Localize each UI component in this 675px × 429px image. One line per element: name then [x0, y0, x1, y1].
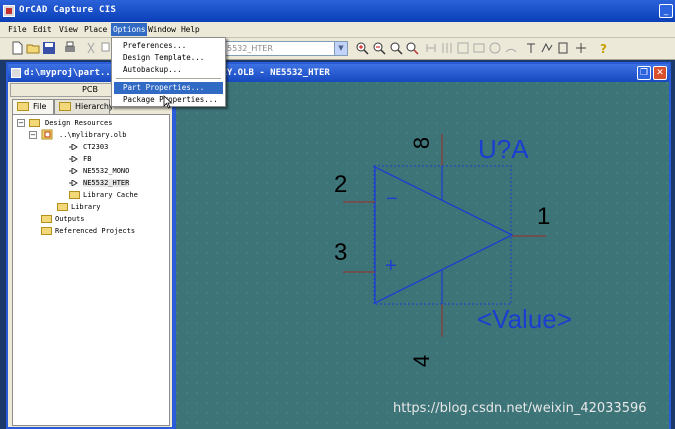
noninverting-input-sign: +: [385, 255, 397, 277]
new-file-icon[interactable]: [10, 41, 24, 55]
schematic-drawing: [176, 82, 669, 429]
part-icon: [69, 180, 78, 186]
help-icon[interactable]: ?: [597, 41, 611, 55]
pin-4-number: 4: [409, 354, 435, 368]
place-ellipse-icon[interactable]: [488, 41, 502, 55]
cut-icon[interactable]: [84, 41, 98, 55]
menu-options[interactable]: Options: [111, 23, 148, 36]
menu-view[interactable]: View: [59, 25, 78, 34]
hierarchy-icon: [59, 102, 71, 111]
menu-file[interactable]: File: [8, 25, 27, 34]
collapse-icon[interactable]: −: [17, 119, 25, 127]
menu-edit[interactable]: Edit: [33, 25, 52, 34]
pin-8-number: 8: [409, 136, 435, 150]
zoom-all-icon[interactable]: [405, 41, 419, 55]
save-icon[interactable]: [42, 41, 56, 55]
place-arc-icon[interactable]: [504, 41, 518, 55]
library-icon: [41, 129, 53, 140]
menu-item-design-template[interactable]: Design Template...: [114, 52, 223, 64]
minimize-button[interactable]: _: [659, 4, 673, 18]
part-value-label[interactable]: <Value>: [477, 304, 572, 335]
open-folder-icon[interactable]: [26, 41, 40, 55]
app-title-bar: OrCAD Capture CIS _: [0, 0, 675, 22]
tab-file-label: File: [33, 102, 47, 111]
snap-to-grid-icon[interactable]: [574, 41, 588, 55]
project-tree: − Design Resources − ..\mylibrary.olb CT…: [12, 114, 170, 426]
pin-3-number: 3: [334, 239, 348, 266]
tab-hierarchy[interactable]: Hierarchy: [54, 99, 114, 114]
ieee-symbol-icon[interactable]: [556, 41, 570, 55]
tree-item-library-file[interactable]: ..\mylibrary.olb: [59, 131, 126, 139]
reference-designator[interactable]: U?A: [478, 134, 529, 165]
pin-1-number: 1: [537, 203, 551, 230]
tab-hierarchy-label: Hierarchy: [75, 102, 114, 111]
part-editor-title-bar: ARY.OLB - NE5532_HTER ❐ ✕: [176, 64, 669, 82]
folder-icon: [41, 227, 52, 235]
menu-window[interactable]: Window: [148, 25, 176, 34]
folder-icon: [29, 119, 40, 127]
part-icon: [69, 144, 78, 150]
mouse-cursor-icon: [163, 95, 173, 109]
place-rectangle-icon[interactable]: [472, 41, 486, 55]
document-icon: [11, 68, 21, 78]
close-icon[interactable]: ✕: [653, 66, 667, 80]
menu-item-autobackup[interactable]: Autobackup...: [114, 64, 223, 76]
part-icon: [69, 168, 78, 174]
place-text-icon[interactable]: [524, 41, 538, 55]
part-editor-window: ARY.OLB - NE5532_HTER ❐ ✕ 8 U?A 2 − 1 3 …: [174, 62, 671, 429]
tree-item-part[interactable]: NE5532_MONO: [83, 167, 129, 175]
tree-item-part[interactable]: FB: [83, 155, 91, 163]
tree-item-referenced-projects[interactable]: Referenced Projects: [55, 227, 135, 235]
place-pin-icon[interactable]: [424, 41, 438, 55]
chevron-down-icon[interactable]: ▼: [334, 42, 347, 55]
menu-help[interactable]: Help: [181, 25, 200, 34]
project-manager-window: d:\myproj\part.. PCB File Hierarchy − De…: [6, 62, 174, 429]
folder-icon: [57, 203, 68, 211]
watermark-text: https://blog.csdn.net/weixin_42033596: [393, 401, 647, 416]
menu-item-preferences[interactable]: Preferences...: [114, 40, 223, 52]
app-title: OrCAD Capture CIS: [19, 5, 117, 15]
tree-item-design-resources[interactable]: Design Resources: [45, 119, 112, 127]
tree-item-part[interactable]: CT2303: [83, 143, 108, 151]
collapse-icon[interactable]: −: [29, 131, 37, 139]
part-canvas[interactable]: 8 U?A 2 − 1 3 + <Value> 4: [176, 82, 669, 429]
svg-text:?: ?: [600, 42, 607, 55]
tree-item-part-selected[interactable]: NE5532_HTER: [83, 179, 130, 187]
part-name-combobox[interactable]: 5532_HTER ▼: [222, 41, 348, 56]
menu-place[interactable]: Place: [84, 25, 107, 34]
folder-icon: [69, 191, 80, 199]
zoom-in-icon[interactable]: [355, 41, 369, 55]
menu-bar: File Edit View Place Options Window Help: [0, 22, 675, 38]
tab-file[interactable]: File: [12, 99, 54, 114]
tree-item-outputs[interactable]: Outputs: [55, 215, 85, 223]
menu-item-part-properties[interactable]: Part Properties...: [114, 82, 223, 94]
tree-item-library[interactable]: Library: [71, 203, 101, 211]
folder-icon: [41, 215, 52, 223]
restore-icon[interactable]: ❐: [637, 66, 651, 80]
part-combo-value: 5532_HTER: [227, 44, 273, 53]
place-polyline-icon[interactable]: [540, 41, 554, 55]
inverting-input-sign: −: [386, 188, 398, 210]
part-icon: [69, 156, 78, 162]
print-icon[interactable]: [63, 41, 77, 55]
part-editor-title: ARY.OLB - NE5532_HTER: [216, 68, 330, 78]
menu-separator: [116, 78, 221, 79]
pin-2-number: 2: [334, 171, 348, 198]
pin-array-icon[interactable]: [440, 41, 454, 55]
orcad-app-icon: [3, 5, 15, 17]
folder-icon: [17, 102, 29, 111]
place-line-icon[interactable]: [456, 41, 470, 55]
project-window-title: d:\myproj\part..: [24, 68, 111, 78]
zoom-area-icon[interactable]: [389, 41, 403, 55]
zoom-out-icon[interactable]: [372, 41, 386, 55]
tree-item-library-cache[interactable]: Library Cache: [83, 191, 138, 199]
